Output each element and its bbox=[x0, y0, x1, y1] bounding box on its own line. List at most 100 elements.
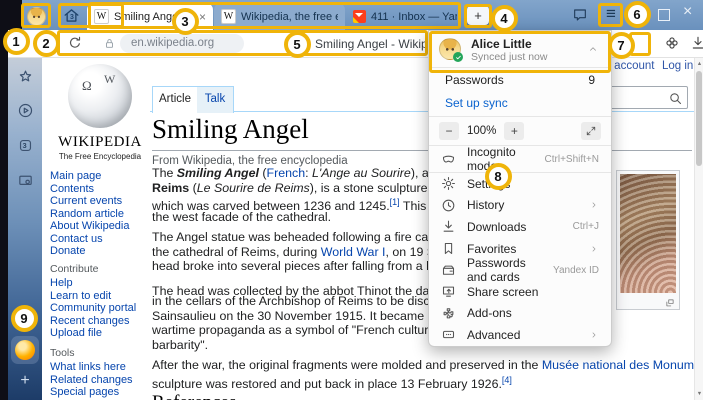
wiki-nav-link[interactable]: Contents bbox=[50, 183, 150, 196]
close-window-button[interactable] bbox=[683, 3, 692, 21]
profile-name: Alice Little bbox=[471, 37, 532, 51]
toolbar-more-button[interactable] bbox=[643, 34, 657, 54]
text-segment: [1] bbox=[390, 197, 400, 207]
wiki-nav-tools: What links hereRelated changesSpecial pa… bbox=[50, 361, 150, 399]
home-button[interactable]: 3 bbox=[62, 6, 86, 25]
wiki-nav-link[interactable]: Upload file bbox=[50, 327, 150, 340]
menu-item-label: Add-ons bbox=[467, 306, 599, 320]
menu-item[interactable]: Share screen bbox=[429, 281, 611, 303]
menu-item-icon bbox=[441, 284, 456, 299]
contribute-header: Contribute bbox=[50, 263, 98, 275]
log-in-link[interactable]: Log in bbox=[662, 60, 693, 72]
scrollbar[interactable] bbox=[694, 58, 703, 400]
yandex-browser-button[interactable] bbox=[11, 336, 39, 364]
sidebar-add-button[interactable] bbox=[16, 372, 34, 390]
wiki-nav-link[interactable]: Community portal bbox=[50, 302, 150, 315]
user-avatar-icon bbox=[27, 7, 46, 26]
browser-menu-button[interactable] bbox=[601, 4, 621, 24]
text-segment: sculpture was restored and put back in p… bbox=[152, 377, 502, 391]
wiki-nav-link[interactable]: Random article bbox=[50, 208, 150, 221]
menu-item-label: Passwords and cards bbox=[467, 256, 542, 284]
menu-item[interactable]: History bbox=[429, 195, 611, 217]
scrollbar-thumb[interactable] bbox=[696, 71, 702, 166]
menu-item[interactable]: Add-ons bbox=[429, 303, 611, 325]
tab-wikipedia-home[interactable]: W Wikipedia, the free encyclo bbox=[214, 3, 345, 30]
new-tab-button[interactable] bbox=[467, 6, 489, 25]
wiki-nav-link[interactable]: Help bbox=[50, 277, 150, 290]
thumbnail-enlarge-icon[interactable] bbox=[665, 298, 675, 308]
callout-2: 2 bbox=[33, 30, 60, 57]
tab-article[interactable]: Article bbox=[152, 86, 198, 113]
home-tab-count-badge: 3 bbox=[70, 14, 74, 21]
reload-button[interactable] bbox=[67, 35, 83, 51]
https-lock-icon[interactable] bbox=[103, 37, 116, 50]
collapse-chevron-icon[interactable] bbox=[587, 43, 599, 55]
text-segment: the cathedral of Reims, during bbox=[152, 245, 321, 259]
tab-close-icon[interactable] bbox=[199, 10, 206, 24]
tab-list-icon[interactable]: 3 bbox=[17, 137, 34, 154]
wiki-nav-link[interactable]: What links here bbox=[50, 361, 150, 374]
tab-title: Wikipedia, the free encyclo bbox=[241, 11, 338, 23]
fullscreen-button[interactable] bbox=[581, 122, 601, 140]
menu-item-shortcut: Ctrl+J bbox=[573, 221, 599, 232]
url-field[interactable]: en.wikipedia.org bbox=[120, 34, 244, 53]
menu-item[interactable]: Passwords and cards Yandex ID bbox=[429, 259, 611, 281]
tab-yandex-mail[interactable]: 411 · Inbox — Yandex Mail bbox=[346, 3, 464, 30]
menu-item-incognito[interactable]: Incognito mode Ctrl+Shift+N bbox=[429, 146, 611, 172]
article-thumbnail[interactable] bbox=[616, 170, 680, 310]
submenu-chevron-icon bbox=[589, 330, 599, 340]
zoom-in-button[interactable] bbox=[504, 122, 524, 140]
text-segment: ( bbox=[259, 166, 267, 180]
wiki-nav-link[interactable]: Related changes bbox=[50, 374, 150, 387]
globe-glyph: Ω bbox=[82, 78, 92, 94]
menu-item[interactable]: Advanced bbox=[429, 324, 611, 346]
wiki-nav-link[interactable]: Main page bbox=[50, 170, 150, 183]
maximize-button[interactable] bbox=[658, 9, 670, 21]
downloads-toolbar-icon[interactable] bbox=[690, 35, 703, 51]
menu-item-label: History bbox=[467, 198, 578, 212]
media-play-icon[interactable] bbox=[17, 102, 34, 119]
wikipedia-wordmark[interactable]: WIKIPEDIA bbox=[42, 134, 158, 151]
notifications-bubble-icon[interactable] bbox=[572, 7, 588, 23]
callout-8: 8 bbox=[485, 163, 512, 190]
favorites-star-icon[interactable] bbox=[17, 68, 34, 85]
scroll-down-icon[interactable] bbox=[695, 389, 703, 399]
wikipedia-tagline: The Free Encyclopedia bbox=[42, 152, 158, 161]
extensions-clover-icon[interactable] bbox=[664, 35, 680, 51]
wiki-nav-main: Main pageContentsCurrent eventsRandom ar… bbox=[50, 170, 150, 258]
paragraph: The Angel statue was beheaded following … bbox=[152, 230, 694, 274]
wikipedia-globe-logo[interactable]: Ω W bbox=[68, 64, 132, 128]
set-up-sync-link[interactable]: Set up sync bbox=[429, 92, 611, 116]
submenu-chevron-icon bbox=[589, 244, 599, 254]
address-bar-page-title[interactable]: Smiling Angel - Wikipedi bbox=[315, 37, 444, 51]
smiling-angel-photo[interactable] bbox=[620, 174, 676, 293]
text-segment: The bbox=[152, 166, 177, 180]
menu-item-label: Advanced bbox=[467, 328, 578, 342]
wiki-nav-link[interactable]: Current events bbox=[50, 195, 150, 208]
zoom-out-button[interactable] bbox=[439, 122, 459, 140]
wiki-nav-link[interactable]: About Wikipedia bbox=[50, 220, 150, 233]
menu-item[interactable]: Downloads Ctrl+J bbox=[429, 216, 611, 238]
passwords-row[interactable]: Passwords 9 bbox=[429, 68, 611, 92]
tab-talk[interactable]: Talk bbox=[197, 86, 234, 113]
wiki-nav-link[interactable]: Donate bbox=[50, 245, 150, 258]
search-icon[interactable] bbox=[668, 91, 683, 106]
wiki-nav-link[interactable]: Contact us bbox=[50, 233, 150, 246]
sync-check-icon bbox=[453, 52, 463, 62]
screen-capture-icon[interactable] bbox=[17, 172, 34, 189]
profile-row[interactable]: Alice Little Synced just now bbox=[429, 31, 611, 67]
text-segment: French bbox=[267, 166, 306, 180]
tab-bar: 3 W Smiling Angel - Wi W Wikipedia, the … bbox=[0, 0, 703, 30]
menu-item[interactable]: Settings bbox=[429, 173, 611, 195]
yandex-mail-icon bbox=[353, 10, 366, 23]
menu-item-list: Settings History Downloads Ctrl+J bbox=[429, 173, 611, 346]
text-segment: Musée national des Monuments Français bbox=[542, 358, 694, 372]
wiki-nav-link[interactable]: Recent changes bbox=[50, 315, 150, 328]
wiki-nav-link[interactable]: Learn to edit bbox=[50, 290, 150, 303]
profile-avatar-button[interactable] bbox=[25, 6, 47, 26]
article-body: The Smiling Angel (French: L'Ange au Sou… bbox=[152, 166, 694, 393]
wiki-nav-link[interactable]: Special pages bbox=[50, 386, 150, 399]
menu-item-shortcut: Ctrl+Shift+N bbox=[545, 154, 599, 165]
scroll-up-icon[interactable] bbox=[695, 59, 703, 69]
browser-menu-panel: Alice Little Synced just now Passwords 9… bbox=[428, 30, 612, 347]
